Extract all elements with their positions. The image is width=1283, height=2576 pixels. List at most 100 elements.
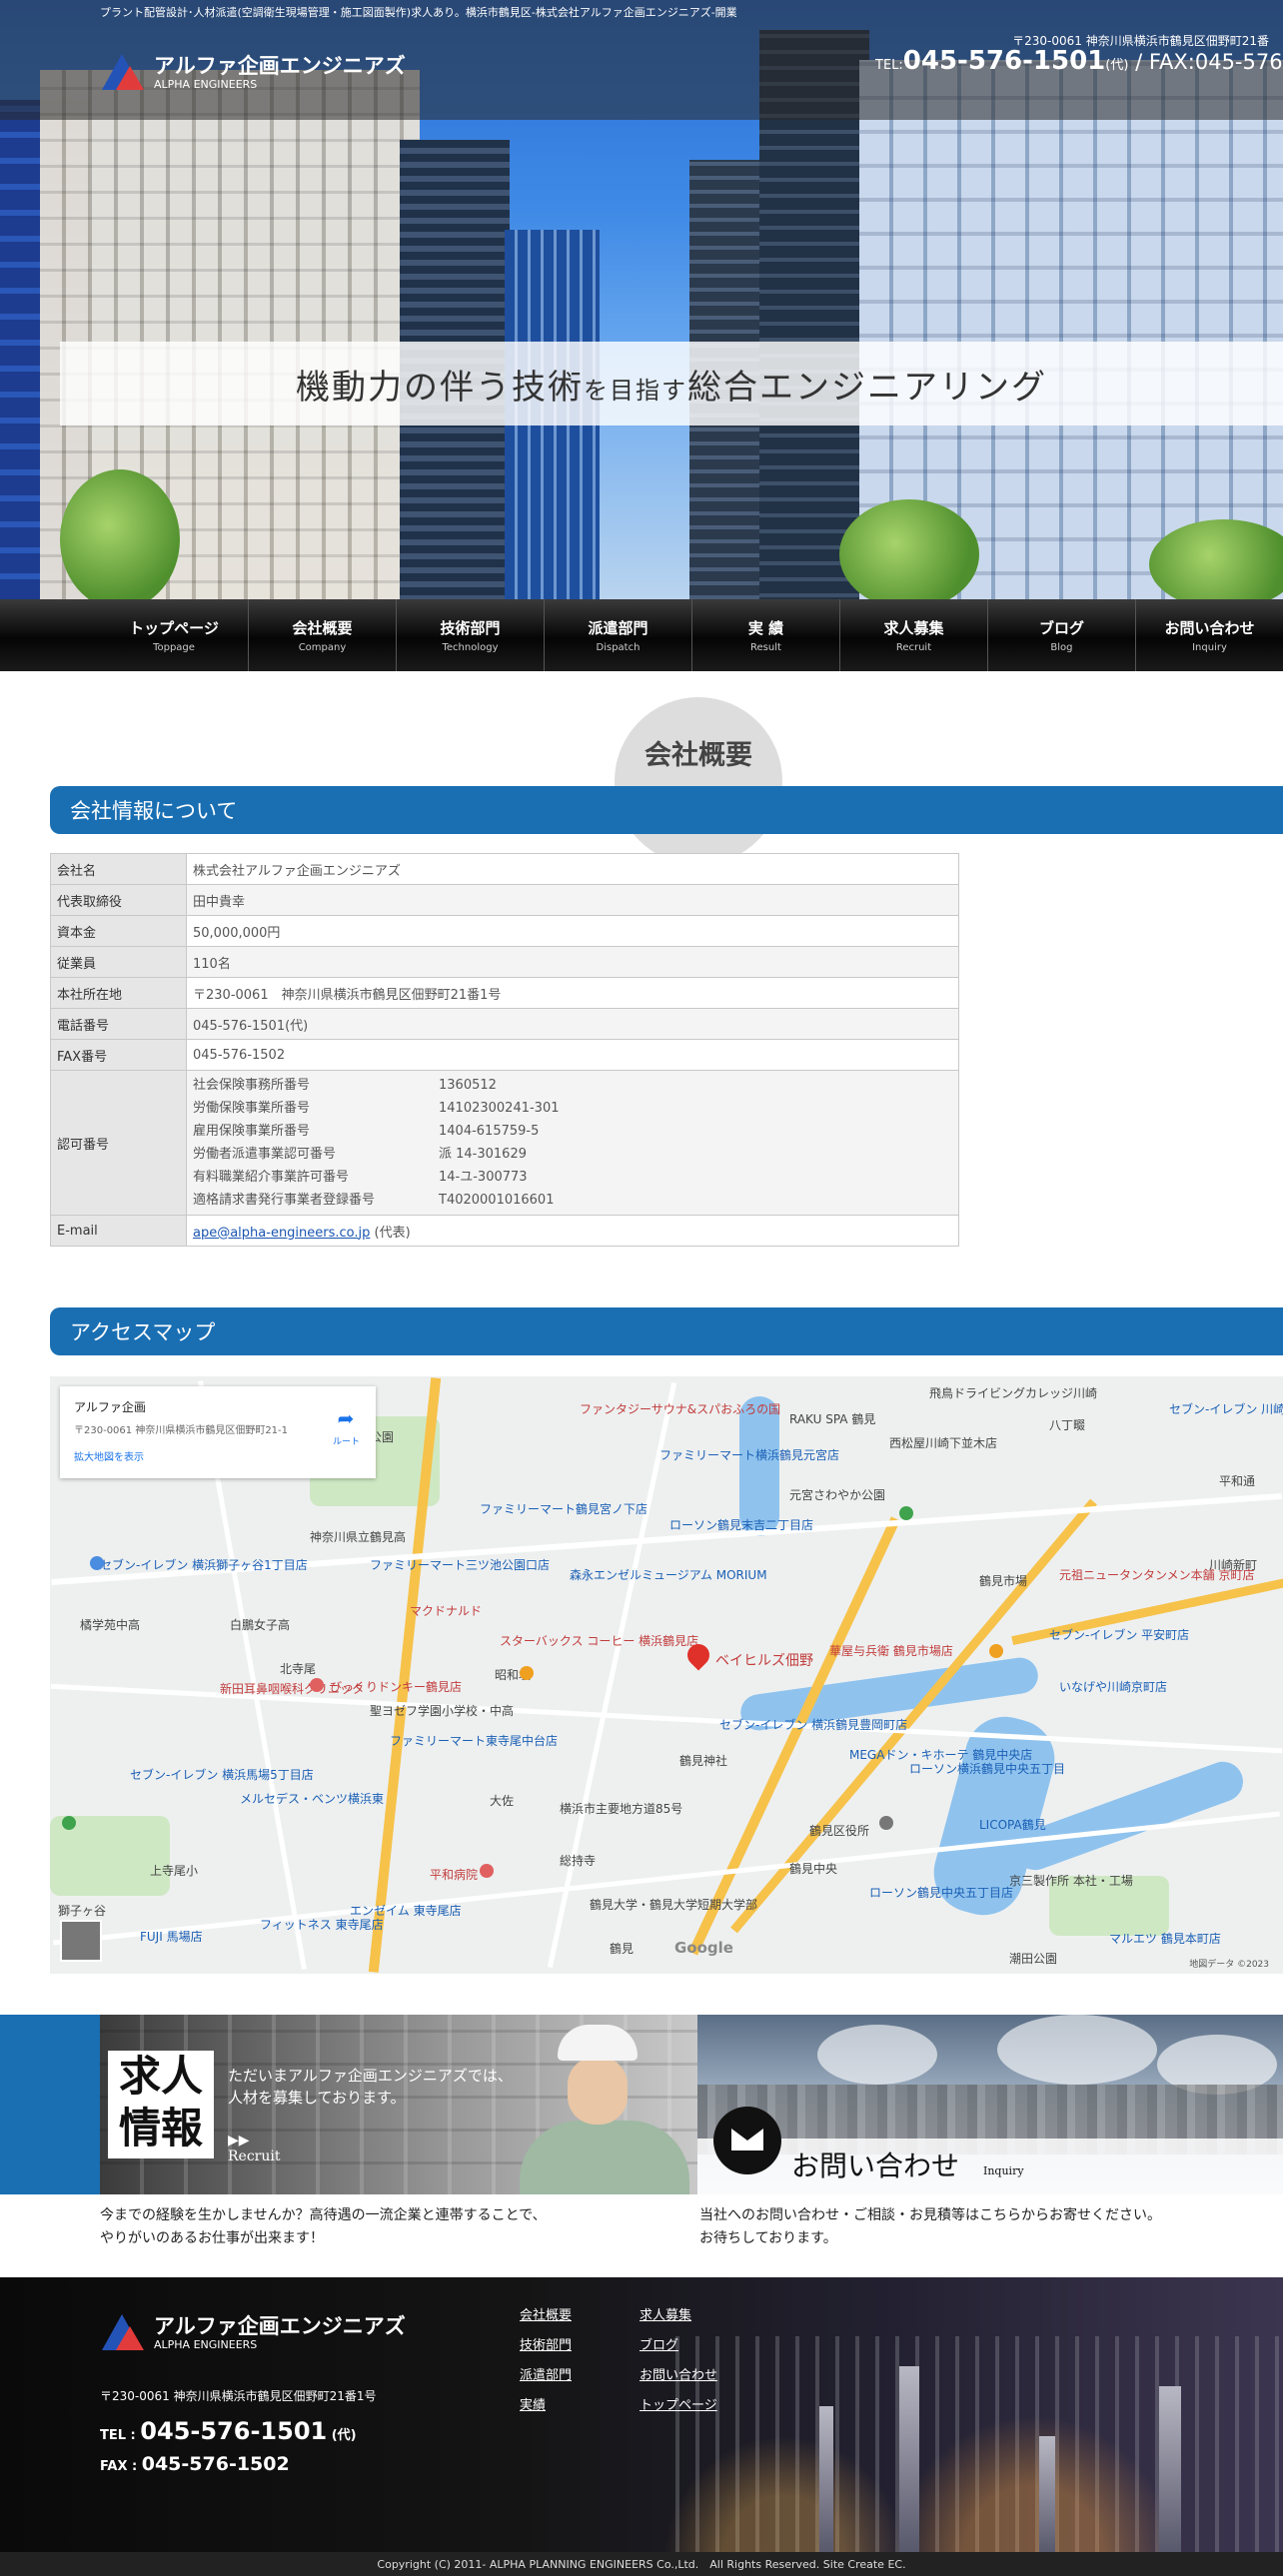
map-label: セブン-イレブン 横浜鶴見豊岡町店	[719, 1718, 908, 1732]
catchphrase: 機動力の伴う技術を目指す総合エンジニアリング	[296, 360, 1047, 409]
recruit-message: ただいまアルファ企画エンジニアズでは、 人材を募集しております。	[228, 2065, 513, 2109]
map-label: びっくりドンキー鶴見店	[330, 1680, 463, 1694]
tel-number: 045-576-1501	[140, 2417, 328, 2445]
contact-banner[interactable]: お問い合わせ Inquiry	[697, 2015, 1283, 2194]
license-number: 1360512	[439, 1078, 497, 1093]
map-label: 上寺尾小	[150, 1864, 199, 1878]
table-row: 本社所在地 〒230-0061 神奈川県横浜市鶴見区佃野町21番1号	[50, 977, 959, 1009]
poi-icon[interactable]	[310, 1678, 324, 1692]
nav-label-en: Recruit	[895, 642, 932, 653]
footer-logo[interactable]: アルファ企画エンジニアズ ALPHA ENGINEERS	[102, 2312, 406, 2352]
license-item: 労働者派遣事業認可番号 派 14-301629	[193, 1143, 952, 1166]
poi-icon[interactable]	[899, 1506, 913, 1520]
contact-title-en: Inquiry	[983, 2164, 1024, 2177]
tower-image	[899, 2366, 919, 2556]
map-label: 獅子ヶ谷	[58, 1904, 107, 1918]
poi-icon[interactable]	[989, 1644, 1003, 1658]
map-layer-thumbnail[interactable]	[60, 1920, 102, 1962]
poi-icon[interactable]	[90, 1556, 104, 1570]
map-label: 鶴見神社	[679, 1754, 728, 1768]
smoke-image	[997, 2015, 1157, 2085]
map-label: 北寺尾	[280, 1662, 317, 1676]
logo-name: アルファ企画エンジニアズ	[154, 53, 406, 78]
map-label: ファンタジーサウナ&スパおふろの国	[580, 1402, 781, 1416]
poi-icon[interactable]	[480, 1864, 494, 1878]
header-phone: TEL:045-576-1501(代) / FAX:045-576-1502	[875, 46, 1283, 76]
row-value: 50,000,000円	[186, 915, 959, 947]
email-link[interactable]: ape@alpha-engineers.co.jp	[193, 1226, 370, 1241]
nav-toppage[interactable]: トップページ Toppage	[100, 599, 248, 671]
map-label: メルセデス・ベンツ横浜東	[240, 1792, 385, 1806]
nav-label: 派遣部門	[588, 619, 648, 637]
row-value: 〒230-0061 神奈川県横浜市鶴見区佃野町21番1号	[186, 977, 959, 1009]
nav-inquiry[interactable]: お問い合わせ Inquiry	[1134, 599, 1283, 671]
footer-link-dispatch[interactable]: 派遣部門	[520, 2367, 572, 2385]
map-card-title: アルファ企画	[74, 1400, 146, 1414]
recruit-more-label: Recruit	[228, 2148, 281, 2164]
logo-icon	[102, 2312, 146, 2352]
tower-image	[1159, 2386, 1181, 2556]
fax-number: 045-576-1502	[1194, 50, 1283, 74]
recruit-badge: 求人 情報	[108, 2051, 214, 2158]
row-value: 田中貴幸	[186, 884, 959, 916]
footer-link-technology[interactable]: 技術部門	[520, 2337, 572, 2355]
nav-dispatch[interactable]: 派遣部門 Dispatch	[543, 599, 691, 671]
footer-link-company[interactable]: 会社概要	[520, 2307, 572, 2325]
directions-icon[interactable]: ➦	[334, 1406, 358, 1430]
footer-link-inquiry[interactable]: お問い合わせ	[640, 2367, 717, 2385]
nav-label-en: Result	[750, 642, 781, 653]
poi-icon[interactable]	[520, 1666, 534, 1680]
map-label: ローソン横浜鶴見中央五丁目	[909, 1762, 1066, 1776]
table-row: 会社名 株式会社アルファ企画エンジニアズ	[50, 853, 959, 885]
nav-blog[interactable]: ブログ Blog	[986, 599, 1135, 671]
license-item: 有料職業紹介事業許可番号 14-ユ-300773	[193, 1166, 952, 1189]
nav-recruit[interactable]: 求人募集 Recruit	[838, 599, 987, 671]
fax-number: 045-576-1502	[141, 2453, 290, 2475]
smoke-image	[817, 2025, 937, 2085]
map-info-card: アルファ企画 〒230-0061 神奈川県横浜市鶴見区佃野町21-1 拡大地図を…	[60, 1386, 376, 1478]
nav-company[interactable]: 会社概要 Company	[247, 599, 396, 671]
footer-link-toppage[interactable]: トップページ	[640, 2397, 717, 2415]
catchphrase-band: 機動力の伴う技術を目指す総合エンジニアリング	[60, 342, 1283, 426]
nav-result[interactable]: 実 績 Result	[690, 599, 839, 671]
nav-label: 会社概要	[292, 619, 353, 637]
recruit-description: 今までの経験を生かしませんか？高待遇の一流企業と連帯することで、 やりがいのある…	[100, 2204, 547, 2250]
license-number: T4020001016601	[439, 1193, 555, 1208]
access-map[interactable]: ファンタジーサウナ&スパおふろの国 RAKU SPA 鶴見 ファミリーマート横浜…	[50, 1376, 1283, 1974]
license-item: 雇用保険事業所番号 1404-615759-5	[193, 1120, 952, 1143]
map-label: 川崎新町	[1209, 1558, 1258, 1572]
row-header: 従業員	[50, 946, 187, 978]
poi-icon[interactable]	[62, 1816, 76, 1830]
recruit-description-line: 今までの経験を生かしませんか？高待遇の一流企業と連帯することで、	[100, 2207, 547, 2223]
map-label: セブン-イレブン 川崎南町店	[1169, 1402, 1283, 1416]
map-label: 総持寺	[560, 1854, 597, 1868]
email-note: (代表)	[374, 1225, 411, 1241]
map-label: ファミリーマート鶴見宮ノ下店	[480, 1502, 648, 1516]
contact-description-line: 当社へのお問い合わせ・ご相談・お見積等はこちらからお寄せください。	[699, 2207, 1161, 2223]
fax-label: FAX :	[100, 2459, 142, 2474]
section-title: アクセスマップ	[70, 1320, 216, 1344]
site-logo[interactable]: アルファ企画エンジニアズ ALPHA ENGINEERS	[102, 50, 406, 94]
footer-link-recruit[interactable]: 求人募集	[640, 2307, 717, 2325]
map-label: 潮田公園	[1009, 1952, 1058, 1966]
license-number: 1404-615759-5	[439, 1124, 540, 1139]
header-tagline: プラント配管設計･人材派遣(空調衛生現場管理・施工図面製作)求人あり。横浜市鶴見…	[100, 6, 737, 19]
tel-label: TEL:	[875, 58, 903, 73]
recruit-more[interactable]: ▶▶ Recruit	[228, 2133, 280, 2164]
nav-label: トップページ	[129, 619, 219, 637]
map-enlarge-link[interactable]: 拡大地図を表示	[74, 1448, 362, 1463]
map-label: LICOPA鶴見	[979, 1818, 1046, 1832]
directions-label[interactable]: ルート	[333, 1434, 360, 1447]
footer-link-blog[interactable]: ブログ	[640, 2337, 717, 2355]
map-label: 華屋与兵衛 鶴見市場店	[829, 1644, 953, 1658]
fax-label: / FAX:	[1128, 50, 1195, 74]
nav-label: 実 績	[747, 619, 784, 637]
recruit-banner[interactable]: 求人 情報 ただいまアルファ企画エンジニアズでは、 人材を募集しております。 ▶…	[100, 2015, 697, 2194]
map-label: マクドナルド	[410, 1604, 483, 1618]
nav-technology[interactable]: 技術部門 Technology	[395, 599, 544, 671]
nav-label: ブログ	[1038, 619, 1084, 637]
poi-icon[interactable]	[879, 1816, 893, 1830]
map-label: ファミリーマート横浜鶴見元宮店	[659, 1448, 840, 1462]
map-label: 平和病院	[430, 1868, 479, 1882]
footer-link-result[interactable]: 実績	[520, 2397, 572, 2415]
